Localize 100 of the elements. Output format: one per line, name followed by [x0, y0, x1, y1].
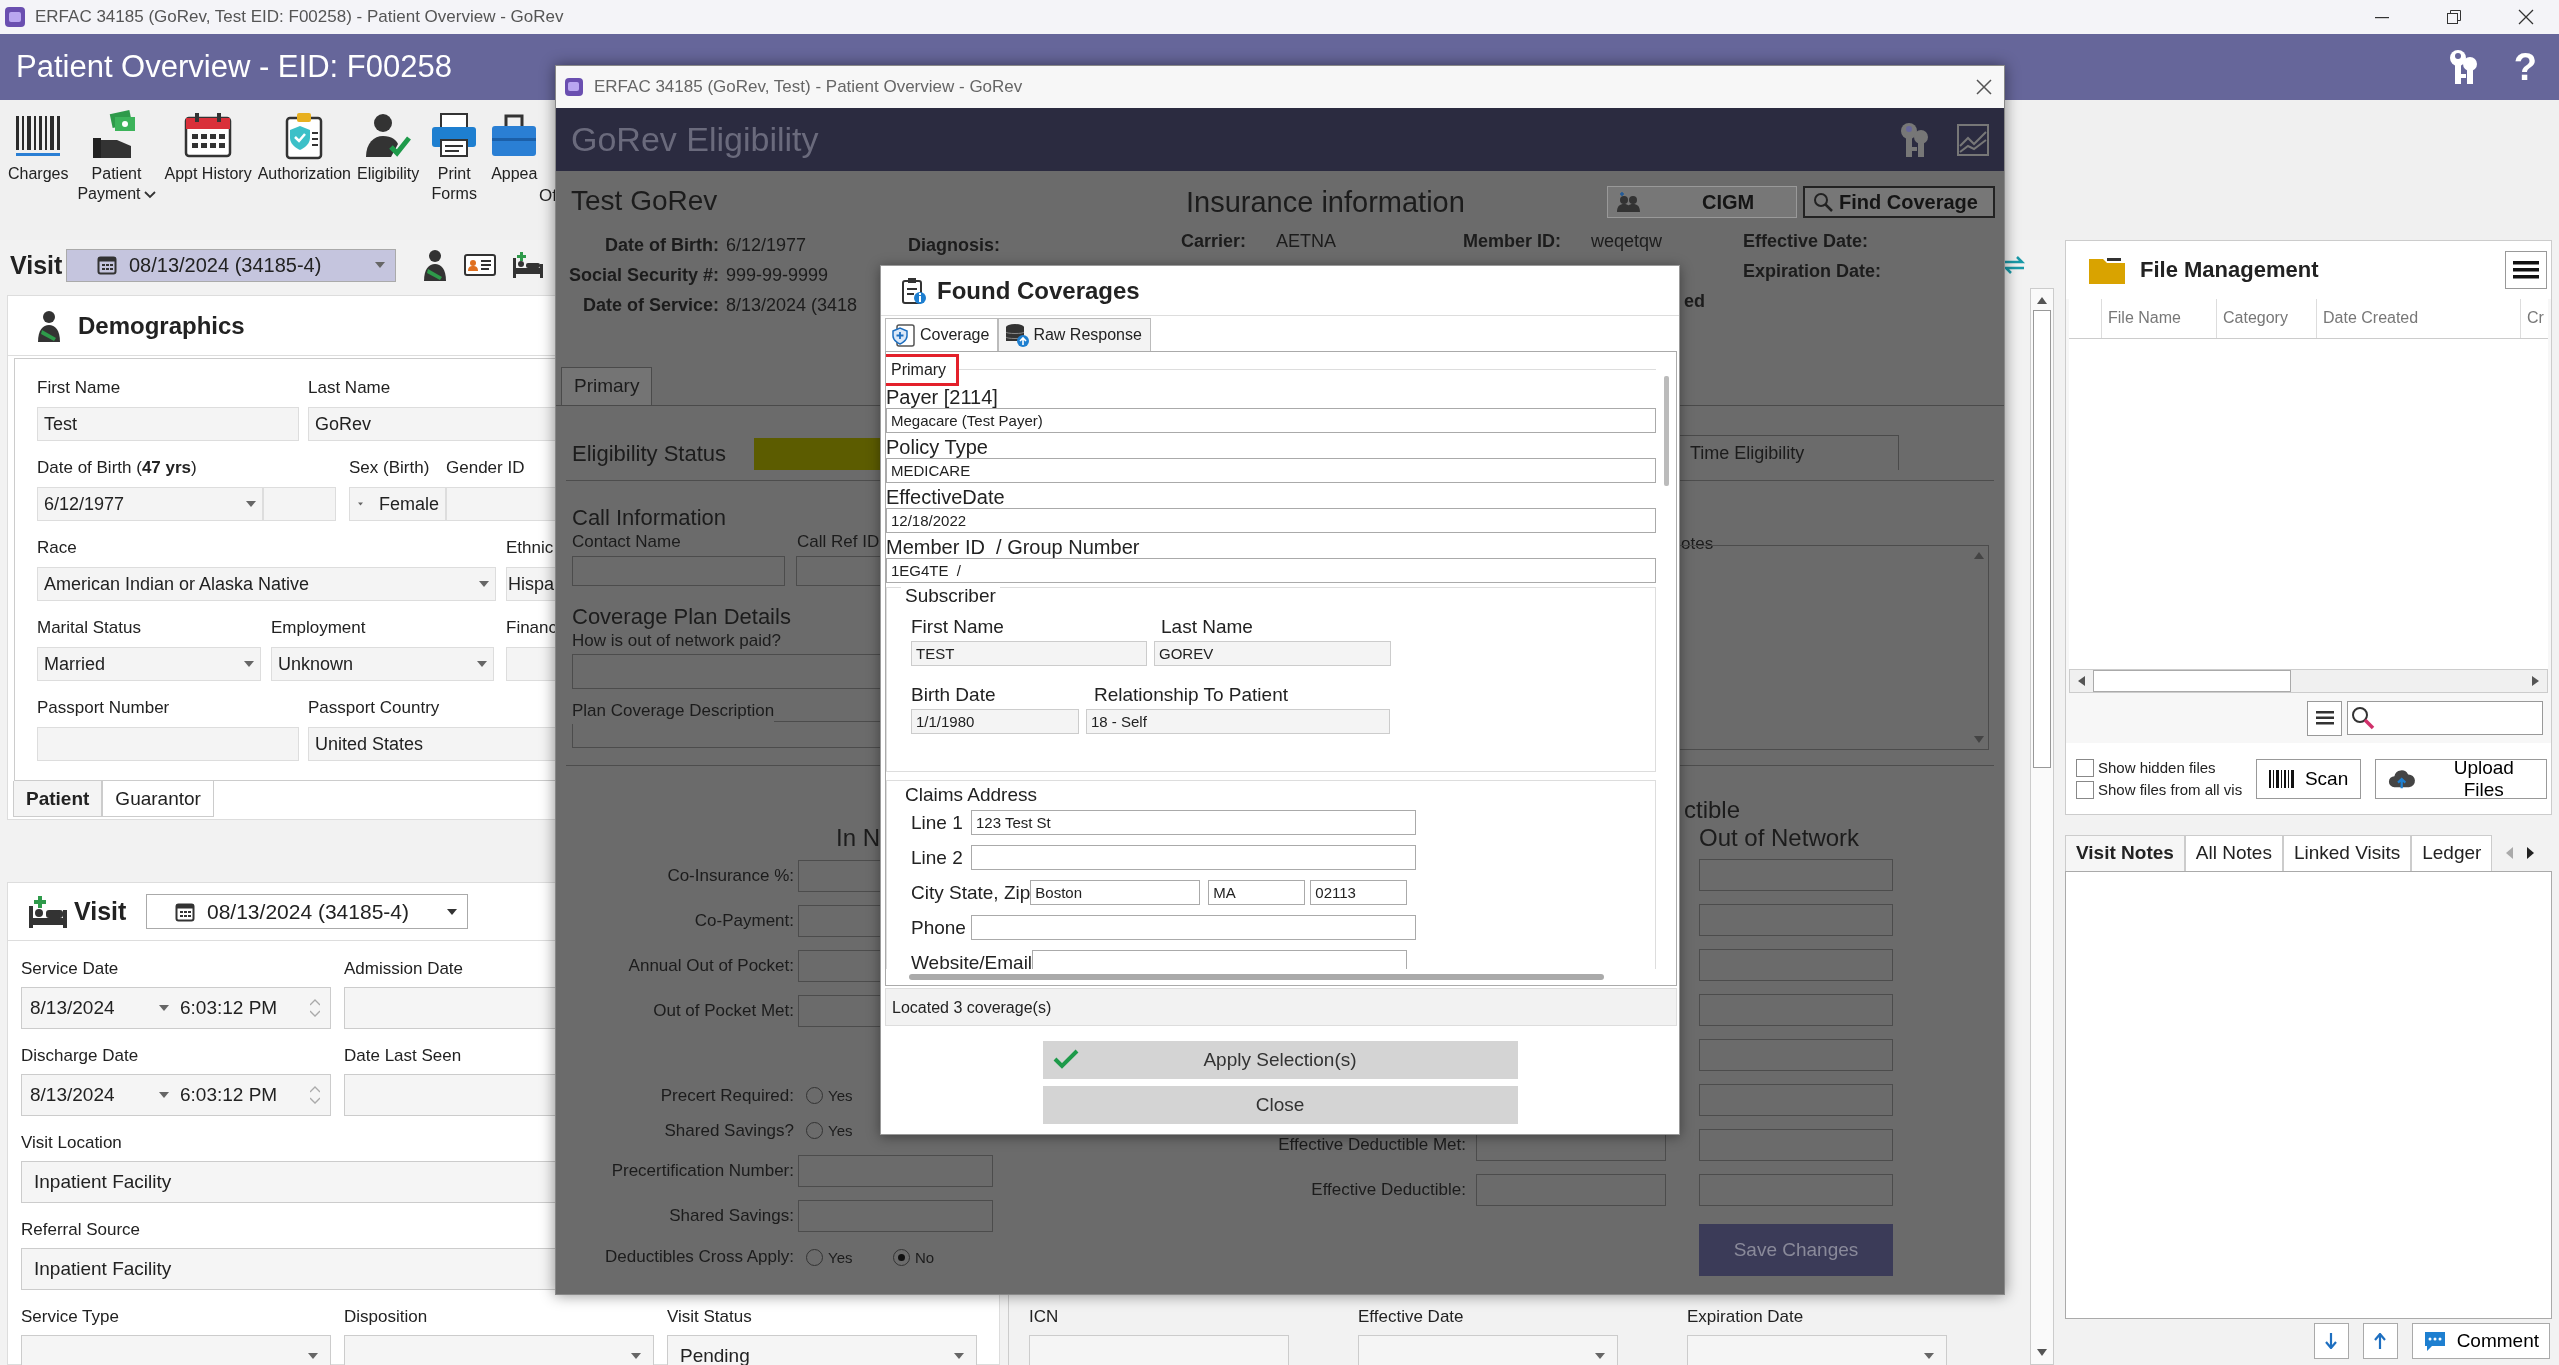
dropdown[interactable]	[1358, 1335, 1618, 1365]
checkbox[interactable]: Show files from all vis	[2076, 780, 2248, 799]
tab[interactable]: Guarantor	[102, 781, 214, 817]
bed-plus-icon	[28, 895, 68, 928]
tab[interactable]: Raw Response	[998, 318, 1151, 351]
toolbar-button[interactable]: Print Forms	[425, 110, 484, 204]
close-button[interactable]: Close	[1042, 1086, 1518, 1124]
input-field[interactable]: MEDICARE	[886, 458, 1656, 483]
input-field[interactable]	[1699, 1128, 1893, 1161]
chart-icon[interactable]	[1957, 123, 1989, 156]
tab[interactable]: Primary	[561, 367, 653, 405]
calendar-icon	[97, 255, 117, 275]
toolbar-button[interactable]: Charges	[8, 110, 69, 184]
swap-arrows-icon[interactable]	[2002, 254, 2026, 276]
caret-icon	[246, 501, 256, 507]
dropdown[interactable]: Married	[37, 647, 261, 681]
tab[interactable]: Patient	[13, 781, 103, 817]
close-icon[interactable]	[2518, 9, 2534, 25]
input-field[interactable]	[1699, 858, 1893, 891]
date-time-field[interactable]: 8/13/2024 6:03:12 PM	[21, 1074, 331, 1116]
dropdown[interactable]: Unknown	[271, 647, 494, 681]
scrollbar[interactable]	[2030, 288, 2054, 1365]
field-label: Precert Required:	[659, 1085, 794, 1106]
column-header[interactable]: Category	[2217, 299, 2317, 338]
checkbox[interactable]: Show hidden files	[2076, 758, 2248, 777]
apply-button[interactable]: Apply Selection(s)	[1042, 1041, 1518, 1079]
input-field[interactable]: 02113	[1310, 880, 1408, 905]
tab[interactable]: Coverage	[885, 318, 999, 351]
help-button[interactable]: ?	[2513, 47, 2537, 87]
tab[interactable]: Ledger	[2411, 835, 2493, 871]
input-field[interactable]: 1EG4TE /	[886, 558, 1656, 583]
input-field[interactable]: Megacare (Test Payer)	[886, 408, 1656, 433]
dropdown[interactable]	[21, 1335, 331, 1365]
menu-button[interactable]	[2505, 251, 2547, 289]
input-field[interactable]: Boston	[1030, 880, 1201, 905]
input-field[interactable]: 123 Test St	[971, 810, 1416, 835]
input-field[interactable]: MA	[1208, 880, 1306, 905]
toolbar-button[interactable]: Appea	[489, 110, 540, 184]
input-field[interactable]	[572, 556, 786, 586]
search-icon	[2351, 706, 2375, 730]
input-field[interactable]	[1699, 948, 1893, 981]
toolbar-button[interactable]: Eligibility	[357, 110, 420, 184]
dropdown[interactable]: 6/12/1977	[37, 487, 263, 521]
tab[interactable]: Visit Notes	[2065, 835, 2185, 871]
toolbar-button[interactable]: Authorization	[257, 110, 351, 184]
scroll-left-icon[interactable]	[2506, 847, 2514, 859]
input-field[interactable]: 18 - Self	[1086, 709, 1390, 734]
toolbar-button[interactable]: Patient Payment	[74, 110, 159, 204]
field-label: Effective Date:	[1743, 230, 1870, 252]
input-field[interactable]	[971, 845, 1416, 870]
cigm-button[interactable]: CIGM	[1607, 186, 1797, 218]
date-time-field[interactable]: 8/13/2024 6:03:12 PM	[21, 987, 331, 1029]
dropdown[interactable]: Female	[349, 487, 446, 521]
barcode-icon	[2268, 769, 2295, 788]
list-button[interactable]	[2307, 700, 2342, 736]
input-field[interactable]	[798, 1199, 993, 1232]
scrollbar[interactable]	[2069, 669, 2548, 693]
visit-dropdown[interactable]: 08/13/2024 (34185-4)	[146, 894, 468, 929]
comment-button[interactable]: Comment	[2411, 1323, 2550, 1359]
search-field[interactable]	[2347, 701, 2543, 735]
column-header[interactable]: Cr	[2521, 299, 2544, 338]
scroll-right-icon[interactable]	[2527, 847, 2535, 859]
move-down-button[interactable]	[2313, 1323, 2349, 1359]
input-field[interactable]	[1699, 1173, 1893, 1206]
input-field[interactable]	[1699, 903, 1893, 936]
caret-icon	[159, 1092, 169, 1098]
scroll-down-icon	[1974, 736, 1984, 743]
column-header[interactable]: File Name	[2102, 299, 2217, 338]
find-coverage-button[interactable]: Find Coverage	[1803, 186, 1995, 218]
input-field[interactable]	[971, 915, 1416, 940]
input-field[interactable]: GOREV	[1154, 641, 1391, 666]
scan-button[interactable]: Scan	[2255, 758, 2362, 799]
close-icon[interactable]	[1976, 79, 1992, 95]
shield-clipboard-icon	[892, 323, 916, 347]
input-field[interactable]: Test	[37, 407, 299, 441]
dropdown[interactable]	[1687, 1335, 1947, 1365]
dropdown[interactable]: American Indian or Alaska Native	[37, 567, 496, 601]
restore-icon[interactable]	[2446, 9, 2462, 25]
field-label: Visit Status	[667, 1306, 752, 1328]
section-title: Insurance information	[1186, 185, 1465, 219]
visit-dropdown[interactable]: 08/13/2024 (34185-4)	[66, 248, 396, 282]
input-field[interactable]: 1/1/1980	[911, 709, 1079, 734]
people-plus-icon	[1616, 192, 1642, 212]
field-label: Member ID:	[1463, 230, 1562, 252]
move-up-button[interactable]	[2362, 1323, 2398, 1359]
tab[interactable]: Linked Visits	[2282, 835, 2412, 871]
input-field[interactable]: TEST	[911, 641, 1147, 666]
input-field[interactable]	[798, 1154, 993, 1187]
input-field[interactable]	[1476, 1173, 1666, 1206]
field-label: Effective Deductible:	[1310, 1179, 1466, 1200]
input-field[interactable]	[1699, 993, 1893, 1026]
input-field[interactable]	[1699, 1038, 1893, 1071]
field-label: Call Ref ID	[797, 531, 880, 553]
toolbar-button[interactable]: Appt History	[164, 110, 252, 184]
column-header[interactable]: Date Created	[2317, 299, 2521, 338]
input-field[interactable]	[1699, 1083, 1893, 1116]
dropdown[interactable]	[344, 1335, 654, 1365]
input-field[interactable]: 12/18/2022	[886, 508, 1656, 533]
upload-button[interactable]: Upload Files	[2375, 758, 2547, 799]
tab[interactable]: All Notes	[2184, 835, 2283, 871]
